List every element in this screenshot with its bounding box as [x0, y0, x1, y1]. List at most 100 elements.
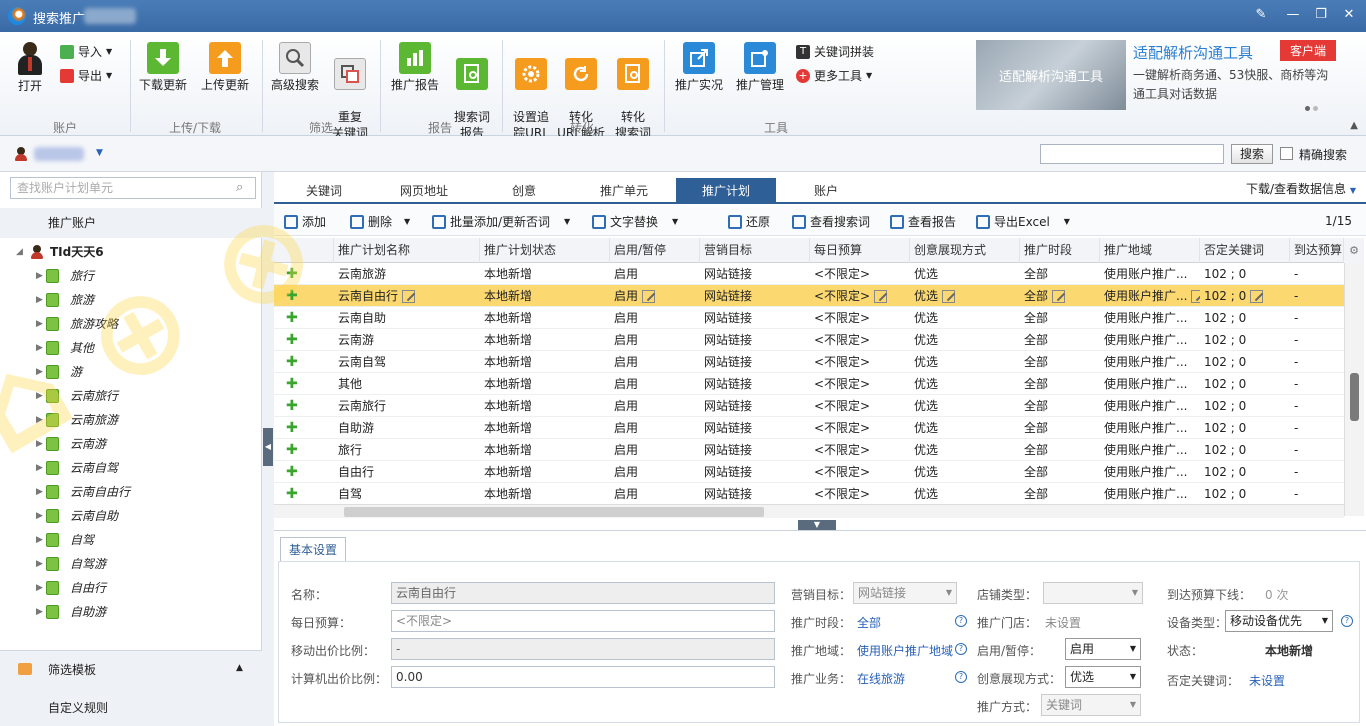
table-row[interactable]: ✚ 自助游 本地新增 启用 网站链接 <不限定> 优选 全部 使用账户推广... 102 ; 0 - [274, 417, 1344, 439]
enable-select[interactable]: 启用 [1065, 638, 1141, 660]
table-row[interactable]: ✚ 云南游 本地新增 启用 网站链接 <不限定> 优选 全部 使用账户推广... 102 ; 0 - [274, 329, 1344, 351]
table-cell[interactable]: - [1290, 351, 1344, 373]
tree-item[interactable]: ▶ 游 [0, 360, 262, 384]
edit-icon[interactable] [642, 290, 656, 303]
table-cell[interactable]: <不限定> [810, 329, 910, 351]
table-cell[interactable]: - [1290, 263, 1344, 285]
table-cell[interactable]: 优选 [910, 307, 1020, 329]
table-cell[interactable]: 102 ; 0 [1200, 285, 1290, 307]
table-cell[interactable]: 网站链接 [700, 395, 810, 417]
add-row-icon[interactable]: ✚ [282, 263, 322, 285]
add-row-icon[interactable]: ✚ [282, 417, 322, 439]
tree-item[interactable]: ▶ 自助游 [0, 600, 262, 624]
expand-arrow-icon[interactable]: ▶ [36, 288, 43, 312]
table-cell[interactable]: 其他 [334, 373, 480, 395]
table-cell[interactable]: 云南自驾 [334, 351, 480, 373]
table-cell[interactable]: 云南自由行 [334, 285, 480, 307]
table-cell[interactable]: 优选 [910, 373, 1020, 395]
tree-search-input[interactable]: 查找账户计划单元 [10, 177, 256, 199]
tab-units[interactable]: 推广单元 [574, 178, 674, 204]
table-cell[interactable]: 启用 [610, 483, 700, 505]
promo-time-link[interactable]: 全部 [857, 614, 881, 631]
table-cell[interactable]: 使用账户推广... [1100, 483, 1200, 505]
tab-account[interactable]: 账户 [776, 178, 876, 204]
tree-root[interactable]: ◢ TId天天6 [0, 240, 262, 264]
table-cell[interactable]: 使用账户推广... [1100, 307, 1200, 329]
column-header[interactable]: 推广计划状态 [480, 238, 610, 263]
account-dropdown-icon[interactable]: ▼ [96, 148, 103, 158]
vertical-scroll-thumb[interactable] [1350, 373, 1359, 421]
add-row-icon[interactable]: ✚ [282, 373, 322, 395]
expand-arrow-icon[interactable]: ▶ [36, 264, 43, 288]
table-cell[interactable]: 102 ; 0 [1200, 417, 1290, 439]
table-cell[interactable]: 102 ; 0 [1200, 439, 1290, 461]
edit-icon[interactable] [1052, 290, 1066, 303]
table-cell[interactable]: 优选 [910, 329, 1020, 351]
promo-report-button[interactable]: 推广报告 [388, 42, 442, 93]
table-cell[interactable]: 启用 [610, 263, 700, 285]
expand-arrow-icon[interactable]: ▶ [36, 504, 43, 528]
table-cell[interactable]: 使用账户推广... [1100, 285, 1200, 307]
tree-item[interactable]: ▶ 自驾 [0, 528, 262, 552]
table-cell[interactable]: 102 ; 0 [1200, 307, 1290, 329]
table-row[interactable]: ✚ 其他 本地新增 启用 网站链接 <不限定> 优选 全部 使用账户推广... 102 ; 0 - [274, 373, 1344, 395]
table-cell[interactable]: <不限定> [810, 439, 910, 461]
table-cell[interactable]: 全部 [1020, 285, 1100, 307]
table-cell[interactable]: <不限定> [810, 373, 910, 395]
expand-arrow-icon[interactable]: ▶ [36, 432, 43, 456]
table-cell[interactable]: 启用 [610, 395, 700, 417]
tree-item[interactable]: ▶ 自驾游 [0, 552, 262, 576]
edit-icon[interactable] [1250, 290, 1264, 303]
mobile-ratio-field[interactable]: - [391, 638, 775, 660]
expand-arrow-icon[interactable]: ▶ [36, 600, 43, 624]
tree-header[interactable]: 推广账户 [0, 208, 262, 238]
table-cell[interactable]: 本地新增 [480, 439, 610, 461]
tree-item[interactable]: ▶ 云南游 [0, 432, 262, 456]
filter-template-label[interactable]: 筛选模板 [48, 661, 96, 678]
download-update-button[interactable]: 下载更新 [136, 42, 190, 93]
expand-arrow-icon[interactable]: ▶ [36, 576, 43, 600]
table-cell[interactable]: 云南旅行 [334, 395, 480, 417]
add-button[interactable]: 添加 [284, 213, 326, 230]
table-cell[interactable]: 全部 [1020, 307, 1100, 329]
tab-urls[interactable]: 网页地址 [374, 178, 474, 204]
view-search-terms-button[interactable]: 查看搜索词 [792, 213, 870, 230]
table-cell[interactable]: 启用 [610, 417, 700, 439]
tree-item[interactable]: ▶ 云南自驾 [0, 456, 262, 480]
creative-select[interactable]: 优选 [1065, 666, 1141, 688]
expand-arrow-icon[interactable]: ▶ [36, 480, 43, 504]
column-header[interactable]: 每日预算 [810, 238, 910, 263]
table-cell[interactable]: 优选 [910, 439, 1020, 461]
upload-update-button[interactable]: 上传更新 [198, 42, 252, 93]
tree-item[interactable]: ▶ 云南自由行 [0, 480, 262, 504]
table-cell[interactable]: - [1290, 285, 1344, 307]
table-cell[interactable]: 102 ; 0 [1200, 373, 1290, 395]
table-cell[interactable]: 102 ; 0 [1200, 329, 1290, 351]
global-search-button[interactable]: 搜索 [1231, 144, 1273, 164]
table-cell[interactable]: 优选 [910, 285, 1020, 307]
exact-search-checkbox[interactable] [1280, 147, 1293, 160]
table-cell[interactable]: 使用账户推广... [1100, 439, 1200, 461]
column-header[interactable]: 营销目标 [700, 238, 810, 263]
expand-arrow-icon[interactable]: ▶ [36, 528, 43, 552]
table-row[interactable]: ✚ 自驾 本地新增 启用 网站链接 <不限定> 优选 全部 使用账户推广... 102 ; 0 - [274, 483, 1344, 505]
table-row[interactable]: ✚ 自由行 本地新增 启用 网站链接 <不限定> 优选 全部 使用账户推广... 102 ; 0 - [274, 461, 1344, 483]
table-cell[interactable]: 本地新增 [480, 395, 610, 417]
column-header[interactable]: 推广时段 [1020, 238, 1100, 263]
promo-live-button[interactable]: 推广实况 [672, 42, 726, 93]
table-cell[interactable]: 使用账户推广... [1100, 329, 1200, 351]
collapse-up-icon[interactable]: ▲ [236, 663, 243, 673]
tree-item[interactable]: ▶ 云南自助 [0, 504, 262, 528]
table-cell[interactable]: <不限定> [810, 307, 910, 329]
table-cell[interactable]: 全部 [1020, 263, 1100, 285]
edit-icon[interactable] [942, 290, 956, 303]
help-icon[interactable]: ? [955, 671, 967, 683]
table-cell[interactable]: 优选 [910, 395, 1020, 417]
edit-icon[interactable] [1191, 290, 1200, 303]
table-cell[interactable]: 网站链接 [700, 417, 810, 439]
add-row-icon[interactable]: ✚ [282, 329, 322, 351]
edit-icon[interactable] [874, 290, 888, 303]
table-cell[interactable]: 网站链接 [700, 373, 810, 395]
minimize-button[interactable]: — [1282, 5, 1304, 25]
add-row-icon[interactable]: ✚ [282, 285, 322, 307]
